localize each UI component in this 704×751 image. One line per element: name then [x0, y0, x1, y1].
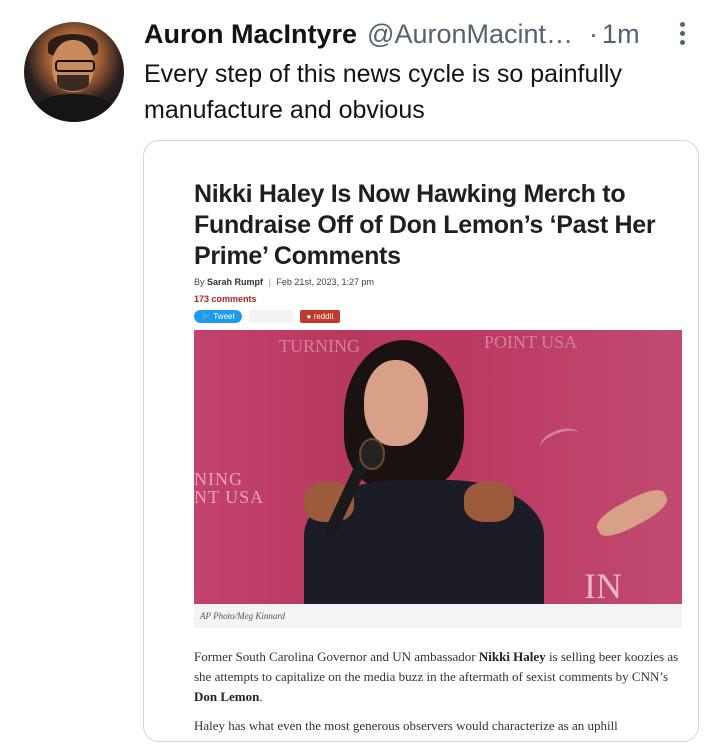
article-author[interactable]: Sarah Rumpf: [207, 277, 263, 287]
author-avatar[interactable]: [24, 22, 124, 122]
byline-separator: |: [268, 277, 271, 287]
share-buttons: 🐦 Tweet ● reddit: [194, 310, 344, 323]
paragraph-text: Former South Carolina Governor and UN am…: [194, 649, 479, 664]
comments-link[interactable]: 173 comments: [194, 294, 257, 304]
article-date: Feb 21st, 2023, 1:27 pm: [276, 277, 374, 287]
more-options-icon[interactable]: [676, 20, 688, 48]
speaker-hand: [592, 483, 672, 543]
photo-arrow-shape: [536, 423, 584, 460]
tweet-header: Auron MacIntyre @AuronMacintyre · 1m: [144, 14, 692, 54]
tweet-timestamp[interactable]: 1m: [602, 19, 640, 50]
name-highlight-haley: Nikki Haley: [478, 649, 546, 664]
twitter-bird-icon: 🐦: [201, 312, 212, 321]
photo-logo-text-top-left: TURNING: [279, 336, 360, 356]
share-tweet-button[interactable]: 🐦 Tweet: [194, 310, 242, 323]
microphone-head: [359, 438, 385, 470]
name-highlight-lemon: Don Lemon: [194, 689, 260, 704]
article-photo[interactable]: TURNING POINT USA NING NT USA IN: [194, 330, 682, 604]
photo-logo-text-top-right: POINT USA: [484, 332, 578, 352]
article-card[interactable]: Nikki Haley Is Now Hawking Merch to Fund…: [143, 140, 699, 742]
byline-prefix: By: [194, 277, 205, 287]
avatar-glasses: [55, 60, 95, 72]
photo-logo-text-left: NING NT USA: [194, 469, 265, 507]
photo-credit: AP Photo/Meg Kinnard: [194, 604, 682, 628]
author-name[interactable]: Auron MacIntyre: [144, 19, 357, 50]
speaker-face: [364, 360, 428, 446]
reddit-alien-icon: ●: [306, 312, 312, 321]
article-byline: By Sarah Rumpf | Feb 21st, 2023, 1:27 pm: [194, 277, 374, 287]
author-handle[interactable]: @AuronMacintyre: [367, 19, 577, 50]
article-paragraph-1: Former South Carolina Governor and UN am…: [194, 647, 684, 707]
article-headline[interactable]: Nikki Haley Is Now Hawking Merch to Fund…: [194, 179, 674, 272]
speaker-shoulder-right: [464, 482, 514, 522]
share-blank-button[interactable]: [249, 310, 293, 323]
share-reddit-label: reddit: [313, 312, 334, 321]
tweet-text: Every step of this news cycle is so pain…: [144, 60, 622, 124]
avatar-beard: [57, 75, 89, 91]
photo-logo-text-right: IN: [584, 566, 622, 604]
paragraph-text: .: [259, 689, 263, 704]
separator-dot: ·: [589, 18, 599, 49]
article-paragraph-2: Haley has what even the most generous ob…: [194, 718, 618, 733]
share-reddit-button[interactable]: ● reddit: [300, 310, 340, 323]
share-tweet-label: Tweet: [213, 312, 235, 321]
avatar-shirt: [34, 94, 114, 122]
